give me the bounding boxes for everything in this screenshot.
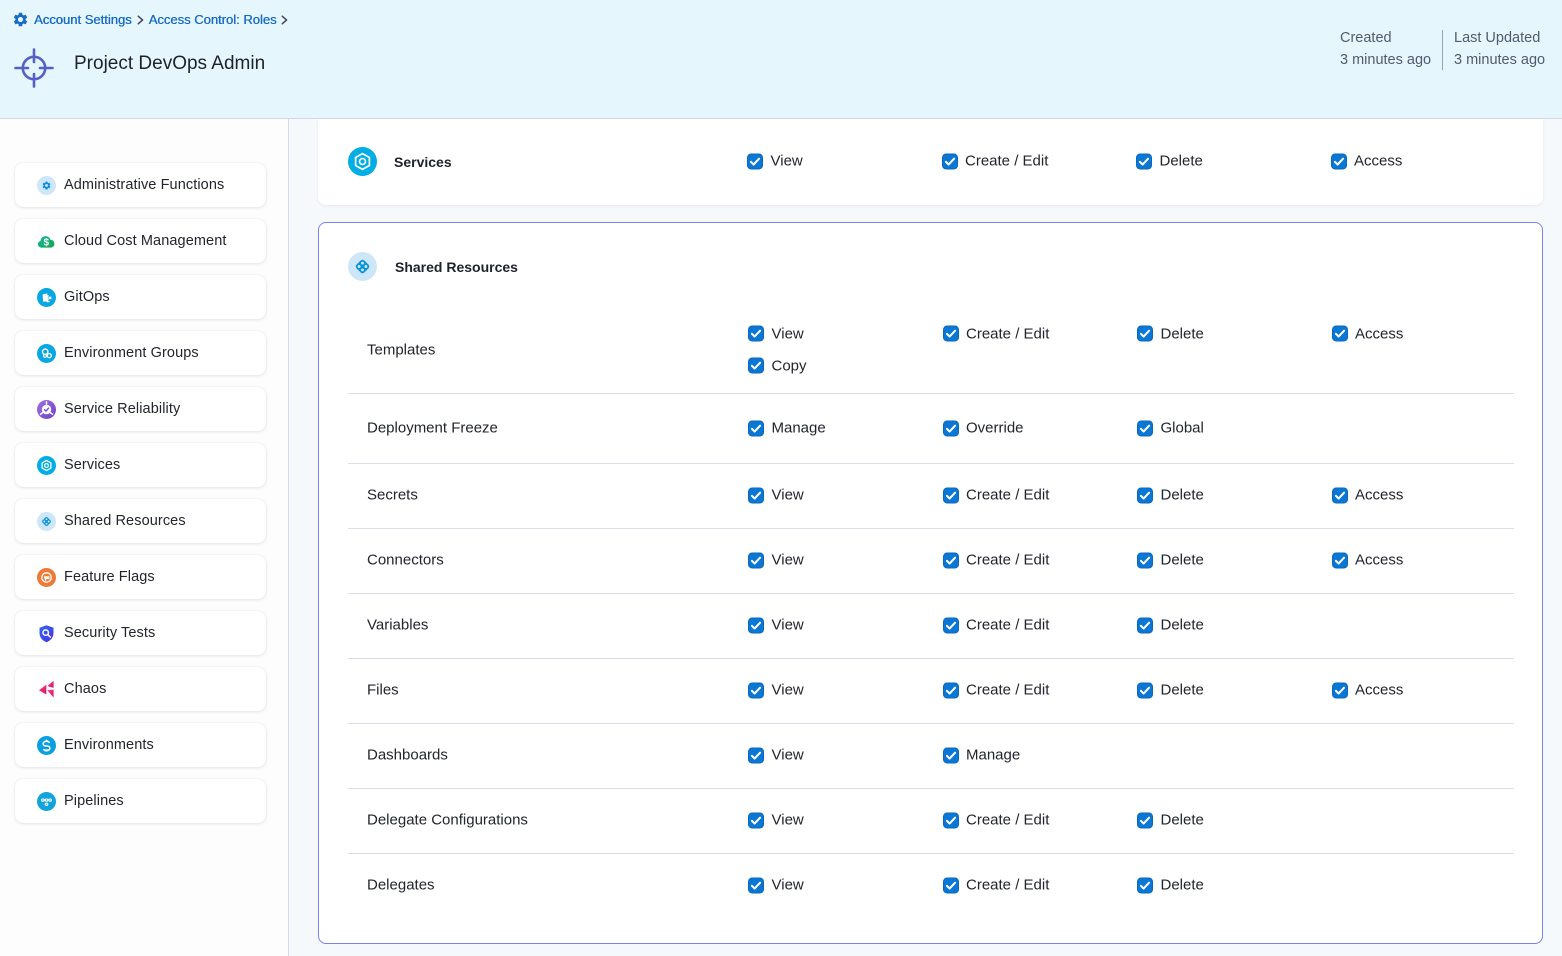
svg-text:$: $ — [44, 237, 50, 248]
